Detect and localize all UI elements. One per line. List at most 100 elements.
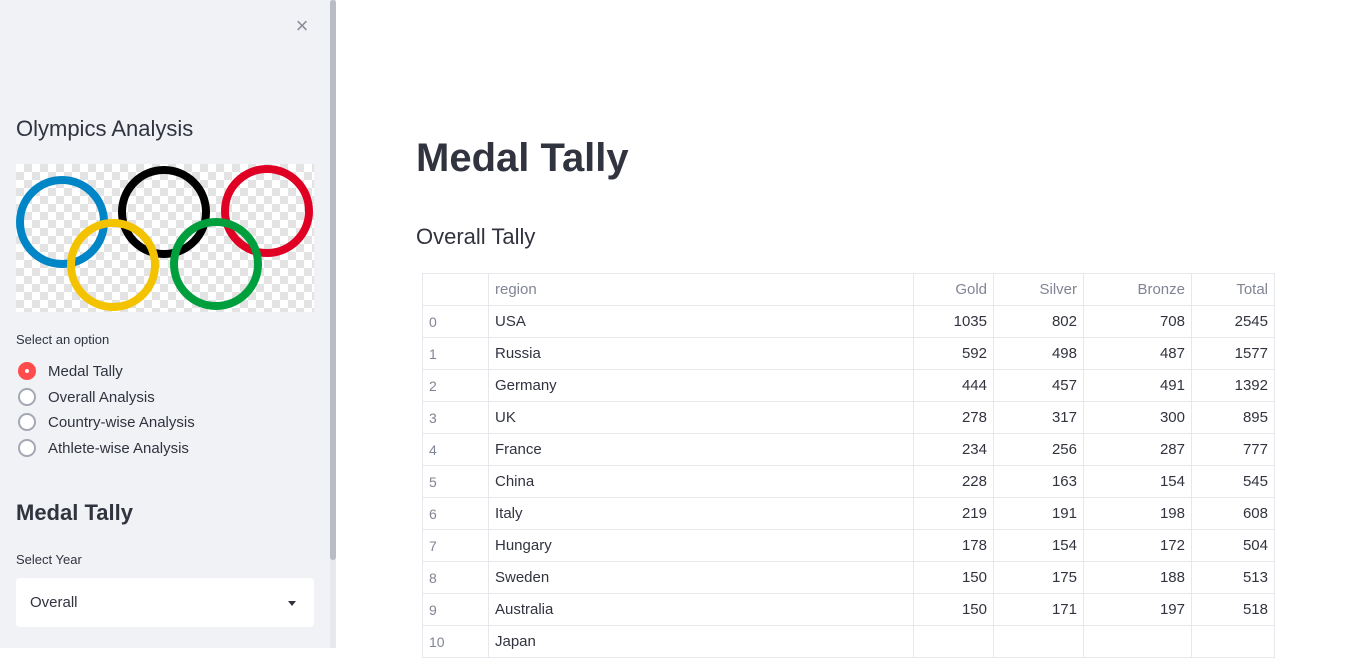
total-cell[interactable]: 608 — [1191, 497, 1275, 530]
gold-cell[interactable] — [913, 625, 994, 658]
region-cell[interactable]: China — [488, 465, 914, 498]
total-cell[interactable]: 518 — [1191, 593, 1275, 626]
radio-overall-analysis[interactable]: Overall Analysis — [18, 386, 155, 408]
column-header-gold[interactable]: Gold — [913, 273, 994, 306]
olympic-rings-icon — [16, 165, 313, 311]
total-cell[interactable]: 513 — [1191, 561, 1275, 594]
select-year-label: Select Year — [16, 552, 82, 567]
region-cell[interactable]: Japan — [488, 625, 914, 658]
region-cell[interactable]: Australia — [488, 593, 914, 626]
table-row: 7 Hungary 178 154 172 504 — [422, 529, 1275, 562]
column-header-total[interactable]: Total — [1191, 273, 1275, 306]
row-index[interactable]: 10 — [422, 625, 489, 658]
region-cell[interactable]: Russia — [488, 337, 914, 370]
silver-cell[interactable]: 191 — [993, 497, 1084, 530]
row-index[interactable]: 8 — [422, 561, 489, 594]
gold-cell[interactable]: 278 — [913, 401, 994, 434]
silver-cell[interactable]: 171 — [993, 593, 1084, 626]
radio-selected-icon[interactable] — [18, 362, 36, 380]
total-cell[interactable]: 777 — [1191, 433, 1275, 466]
table-row: 10 Japan — [422, 625, 1275, 658]
radio-unselected-icon[interactable] — [18, 388, 36, 406]
row-index[interactable]: 1 — [422, 337, 489, 370]
bronze-cell[interactable]: 491 — [1083, 369, 1192, 402]
silver-cell[interactable]: 317 — [993, 401, 1084, 434]
radio-label: Medal Tally — [48, 362, 123, 380]
bronze-cell[interactable]: 300 — [1083, 401, 1192, 434]
region-cell[interactable]: USA — [488, 305, 914, 338]
year-select[interactable]: Overall — [16, 578, 314, 627]
gold-cell[interactable]: 150 — [913, 593, 994, 626]
total-cell[interactable]: 1577 — [1191, 337, 1275, 370]
bronze-cell[interactable]: 198 — [1083, 497, 1192, 530]
total-cell[interactable]: 545 — [1191, 465, 1275, 498]
caret-down-icon[interactable] — [288, 601, 296, 606]
silver-cell[interactable]: 256 — [993, 433, 1084, 466]
total-cell[interactable]: 895 — [1191, 401, 1275, 434]
region-cell[interactable]: UK — [488, 401, 914, 434]
silver-cell[interactable] — [993, 625, 1084, 658]
gold-cell[interactable]: 219 — [913, 497, 994, 530]
radio-medal-tally[interactable]: Medal Tally — [18, 360, 123, 382]
gold-cell[interactable]: 234 — [913, 433, 994, 466]
sidebar-scrollbar-thumb[interactable] — [330, 0, 336, 560]
total-cell[interactable] — [1191, 625, 1275, 658]
radio-unselected-icon[interactable] — [18, 439, 36, 457]
table-row: 5 China 228 163 154 545 — [422, 465, 1275, 498]
silver-cell[interactable]: 498 — [993, 337, 1084, 370]
gold-cell[interactable]: 178 — [913, 529, 994, 562]
table-row: 4 France 234 256 287 777 — [422, 433, 1275, 466]
table-row: 6 Italy 219 191 198 608 — [422, 497, 1275, 530]
bronze-cell[interactable] — [1083, 625, 1192, 658]
table-row: 1 Russia 592 498 487 1577 — [422, 337, 1275, 370]
column-header-silver[interactable]: Silver — [993, 273, 1084, 306]
silver-cell[interactable]: 154 — [993, 529, 1084, 562]
sidebar-section-title: Medal Tally — [16, 500, 133, 525]
bronze-cell[interactable]: 487 — [1083, 337, 1192, 370]
row-index[interactable]: 6 — [422, 497, 489, 530]
radio-country-wise-analysis[interactable]: Country-wise Analysis — [18, 411, 195, 433]
silver-cell[interactable]: 175 — [993, 561, 1084, 594]
select-option-label: Select an option — [16, 332, 110, 347]
bronze-cell[interactable]: 197 — [1083, 593, 1192, 626]
row-index[interactable]: 3 — [422, 401, 489, 434]
bronze-cell[interactable]: 154 — [1083, 465, 1192, 498]
sidebar: × Olympics Analysis Select an option Med… — [0, 0, 330, 648]
radio-label: Country-wise Analysis — [48, 413, 195, 431]
column-header-index[interactable] — [422, 273, 489, 306]
table-header-row: region Gold Silver Bronze Total — [422, 273, 1275, 306]
total-cell[interactable]: 2545 — [1191, 305, 1275, 338]
close-sidebar-icon[interactable]: × — [292, 15, 312, 37]
row-index[interactable]: 0 — [422, 305, 489, 338]
column-header-region[interactable]: region — [488, 273, 914, 306]
row-index[interactable]: 2 — [422, 369, 489, 402]
bronze-cell[interactable]: 188 — [1083, 561, 1192, 594]
silver-cell[interactable]: 163 — [993, 465, 1084, 498]
gold-cell[interactable]: 592 — [913, 337, 994, 370]
gold-cell[interactable]: 228 — [913, 465, 994, 498]
olympic-rings-image — [16, 164, 314, 312]
bronze-cell[interactable]: 708 — [1083, 305, 1192, 338]
row-index[interactable]: 7 — [422, 529, 489, 562]
gold-cell[interactable]: 444 — [913, 369, 994, 402]
gold-cell[interactable]: 150 — [913, 561, 994, 594]
row-index[interactable]: 5 — [422, 465, 489, 498]
silver-cell[interactable]: 802 — [993, 305, 1084, 338]
silver-cell[interactable]: 457 — [993, 369, 1084, 402]
region-cell[interactable]: Sweden — [488, 561, 914, 594]
bronze-cell[interactable]: 287 — [1083, 433, 1192, 466]
row-index[interactable]: 4 — [422, 433, 489, 466]
bronze-cell[interactable]: 172 — [1083, 529, 1192, 562]
radio-athlete-wise-analysis[interactable]: Athlete-wise Analysis — [18, 437, 189, 459]
total-cell[interactable]: 504 — [1191, 529, 1275, 562]
table-row: 2 Germany 444 457 491 1392 — [422, 369, 1275, 402]
column-header-bronze[interactable]: Bronze — [1083, 273, 1192, 306]
region-cell[interactable]: France — [488, 433, 914, 466]
gold-cell[interactable]: 1035 — [913, 305, 994, 338]
radio-unselected-icon[interactable] — [18, 413, 36, 431]
total-cell[interactable]: 1392 — [1191, 369, 1275, 402]
region-cell[interactable]: Hungary — [488, 529, 914, 562]
region-cell[interactable]: Germany — [488, 369, 914, 402]
row-index[interactable]: 9 — [422, 593, 489, 626]
region-cell[interactable]: Italy — [488, 497, 914, 530]
